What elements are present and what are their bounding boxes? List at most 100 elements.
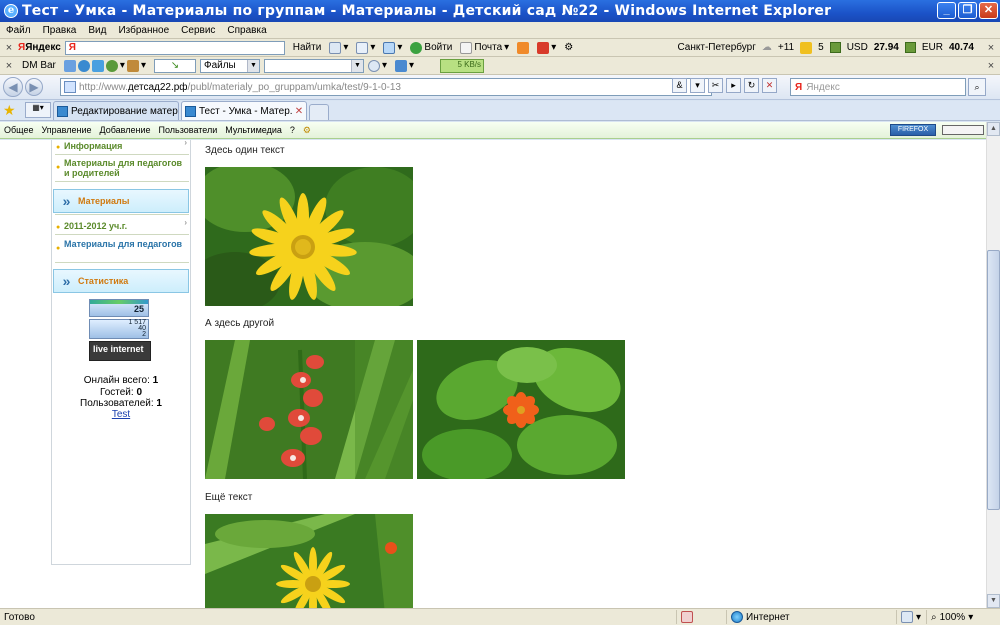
gear-icon[interactable]: ⚙: [560, 42, 577, 53]
photo-yellow-flower-2[interactable]: [205, 514, 413, 608]
text-paragraph-3: Ещё текст: [205, 492, 253, 503]
scroll-down-icon[interactable]: ▼: [987, 594, 1000, 608]
admin-general[interactable]: Общее: [0, 125, 37, 135]
firefox-badge[interactable]: FIREFOX: [890, 124, 936, 136]
admin-manage[interactable]: Управление: [37, 125, 95, 135]
login-icon: [410, 41, 423, 54]
photo-gladiolus[interactable]: [205, 340, 413, 479]
dm-tool-icons[interactable]: ▾ ▾: [60, 59, 150, 72]
page-tab-icon: [185, 105, 196, 117]
admin-settings-icon[interactable]: ⚙: [299, 125, 315, 136]
find-button[interactable]: Найти: [289, 42, 326, 53]
security-zone[interactable]: Интернет: [726, 610, 896, 624]
tab-edit-material[interactable]: Редактирование матер...: [53, 101, 179, 120]
close-toolbar-icon[interactable]: ×: [0, 42, 18, 54]
yandex-logo[interactable]: ЯЯндекс: [18, 42, 61, 53]
status-bar: Готово Интернет ▾ ⌕ 100% ▾: [0, 608, 1000, 625]
panel-slider[interactable]: [942, 125, 984, 135]
cloud-icon: ☁: [761, 42, 772, 53]
close-toolbar-icon[interactable]: ×: [982, 60, 1000, 72]
menu-favorites[interactable]: Избранное: [112, 25, 175, 36]
dm-toolbar: × DM Bar ▾ ▾ ↘ Файлы ▼ ▼ ▾ ▾ 5 KB/s ×: [0, 57, 1000, 75]
mail-button[interactable]: Почта ▾: [456, 41, 513, 54]
close-toolbar-icon[interactable]: ×: [982, 42, 1000, 54]
dm-link-box[interactable]: ↘: [153, 58, 196, 73]
dm-search-icon[interactable]: ▾: [364, 59, 391, 72]
go-icon[interactable]: ▸: [726, 78, 741, 93]
home-icon[interactable]: [513, 41, 533, 54]
photo-yellow-flower[interactable]: [205, 167, 413, 306]
sidebar-item-2011-2012[interactable]: ● 2011-2012 уч.г. ›: [55, 218, 189, 231]
scroll-up-icon[interactable]: ▲: [987, 122, 1000, 136]
download-icon[interactable]: ▾: [391, 59, 418, 72]
menu-file[interactable]: Файл: [0, 25, 37, 36]
usd-rate[interactable]: 27.94: [874, 42, 899, 53]
address-dropdown-icon[interactable]: ▾: [690, 78, 705, 93]
protected-icon[interactable]: ▾: [896, 610, 926, 624]
close-tab-icon[interactable]: ✕: [292, 106, 306, 117]
menu-help[interactable]: Справка: [221, 25, 272, 36]
menu-bar: Файл Правка Вид Избранное Сервис Справка: [0, 22, 1000, 39]
protected-mode-icon[interactable]: [676, 610, 726, 624]
close-window-button[interactable]: ✕: [979, 2, 998, 19]
page-scrollbar[interactable]: ▲ ▼: [986, 122, 1000, 608]
back-button[interactable]: ◀: [3, 77, 23, 97]
translate-icon[interactable]: ▾: [379, 41, 406, 54]
url-host: детсад22.рф: [127, 81, 188, 93]
speech-bubble-icon[interactable]: ▾: [325, 41, 352, 54]
quick-tabs-icon[interactable]: ▦▾: [25, 102, 51, 118]
login-button[interactable]: Войти: [406, 41, 456, 54]
sidebar-item-materials-teachers[interactable]: ● Материалы для педагогов: [55, 239, 189, 252]
currency-icon: [904, 42, 916, 53]
tools-icon[interactable]: ✂: [708, 78, 723, 93]
yandex-search-input[interactable]: Я: [64, 40, 285, 55]
admin-users[interactable]: Пользователи: [155, 125, 222, 135]
menu-view[interactable]: Вид: [82, 25, 112, 36]
menu-edit[interactable]: Правка: [37, 25, 83, 36]
admin-add[interactable]: Добавление: [96, 125, 155, 135]
admin-panel: Общее Управление Добавление Пользователи…: [0, 122, 1000, 139]
eur-rate[interactable]: 40.74: [949, 42, 974, 53]
scroll-thumb[interactable]: [987, 250, 1000, 510]
yandex-search-box[interactable]: Я Яндекс: [790, 78, 966, 96]
admin-multimedia[interactable]: Мультимедиа: [221, 125, 286, 135]
mail-icon: [460, 41, 473, 54]
menu-tools[interactable]: Сервис: [175, 25, 221, 36]
text-paragraph-1: Здесь один текст: [205, 145, 285, 156]
page-tab-icon: [57, 105, 68, 117]
traffic-level[interactable]: 5: [818, 42, 824, 53]
refresh-icon[interactable]: ↻: [744, 78, 759, 93]
photo-orange-flower[interactable]: [417, 340, 625, 479]
favorites-star-icon[interactable]: ★: [3, 102, 19, 118]
tab-test-umka[interactable]: Тест - Умка - Матер... ✕: [181, 101, 307, 120]
files-select[interactable]: Файлы ▼: [199, 58, 260, 73]
bookmarks-icon[interactable]: ▾: [533, 41, 560, 54]
close-toolbar-icon[interactable]: ×: [0, 60, 18, 72]
yandex-toolbar: × ЯЯндекс Я Найти ▾ ▾ ▾ Войти Почта ▾ ▾ ⚙…: [0, 39, 1000, 57]
zoom-control[interactable]: ⌕ 100% ▾: [926, 610, 1000, 624]
sidebar-item-info[interactable]: ● Информация ›: [55, 140, 189, 151]
online-guests: Гостей: 0: [99, 387, 143, 398]
search-icon[interactable]: ⌕: [968, 78, 986, 96]
liveinternet-counter[interactable]: live internet: [89, 341, 151, 361]
new-tab-button[interactable]: [309, 104, 329, 120]
url-prefix: http://www.: [79, 81, 128, 93]
visit-counter[interactable]: 1 517 40 2: [89, 319, 149, 339]
spellcheck-icon[interactable]: ▾: [352, 41, 379, 54]
maximize-button[interactable]: ❐: [958, 2, 977, 19]
user-link[interactable]: Test: [112, 409, 130, 420]
dm-url-select[interactable]: ▼: [263, 58, 364, 73]
stop-icon[interactable]: ✕: [762, 78, 777, 93]
eur-label: EUR: [921, 42, 943, 53]
minimize-button[interactable]: _: [937, 2, 956, 19]
compat-view-icon[interactable]: &: [672, 78, 687, 93]
address-bar[interactable]: http://www. детсад22.рф/publ/materialy_po…: [60, 78, 712, 96]
url-path: /publ/materialy_po_gruppam/umka/test/9-1…: [187, 81, 401, 93]
temperature[interactable]: +11: [778, 42, 794, 53]
admin-help[interactable]: ?: [286, 125, 299, 135]
city-label[interactable]: Санкт-Петербург: [677, 42, 755, 53]
hit-counter[interactable]: 25: [89, 299, 149, 317]
forward-button[interactable]: ▶: [25, 78, 43, 96]
window-title-bar: e Тест - Умка - Материалы по группам - М…: [0, 0, 1000, 22]
sidebar-item-materials-parents[interactable]: ● Материалы для педагогов и родителей: [55, 158, 189, 178]
